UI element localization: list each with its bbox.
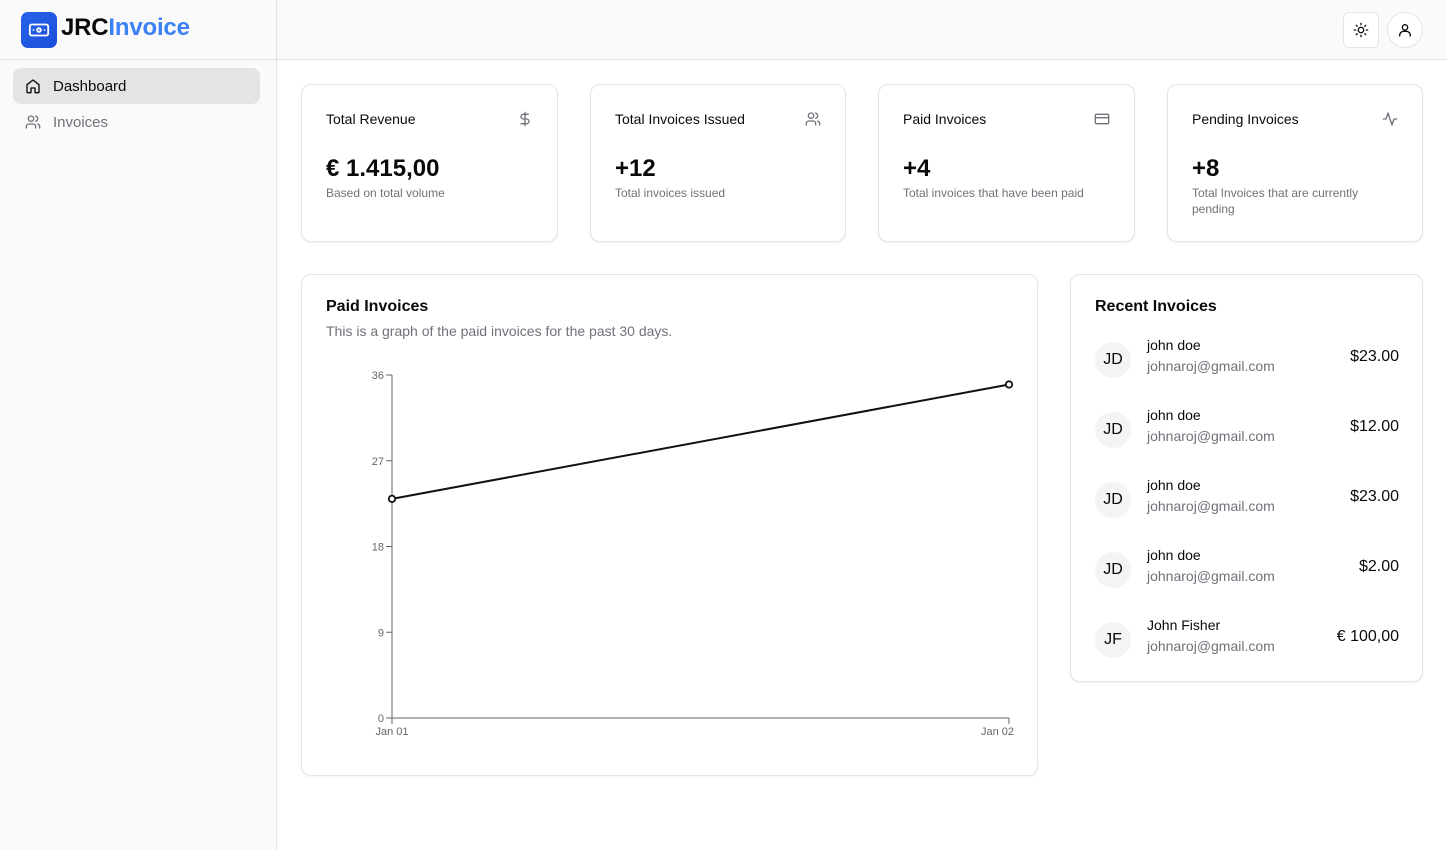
customer-email: johnaroj@gmail.com bbox=[1147, 568, 1275, 584]
stat-value: € 1.415,00 bbox=[326, 155, 440, 182]
top-bar bbox=[277, 0, 1447, 60]
sidebar-item-label: Invoices bbox=[53, 113, 109, 131]
list-item[interactable]: JD john doe johnaroj@gmail.com $2.00 bbox=[1095, 547, 1399, 593]
stat-card-pending-invoices: Pending Invoices +8 Total Invoices that … bbox=[1167, 84, 1423, 242]
recent-invoices-title: Recent Invoices bbox=[1095, 298, 1217, 315]
customer-email: johnaroj@gmail.com bbox=[1147, 428, 1275, 444]
y-tick-label: 18 bbox=[372, 542, 384, 554]
paid-invoices-chart-card: Paid Invoices This is a graph of the pai… bbox=[301, 274, 1038, 776]
x-tick-label: Jan 02 bbox=[981, 726, 1014, 738]
brand-logo[interactable]: JRCInvoice bbox=[0, 0, 276, 60]
y-tick-label: 0 bbox=[378, 713, 384, 725]
series-line bbox=[391, 383, 1010, 500]
list-item[interactable]: JD john doe johnaroj@gmail.com $23.00 bbox=[1095, 477, 1399, 523]
stat-title: Total Revenue bbox=[326, 111, 416, 127]
customer-email: johnaroj@gmail.com bbox=[1147, 498, 1275, 514]
customer-email: johnaroj@gmail.com bbox=[1147, 358, 1275, 374]
invoice-amount: $23.00 bbox=[1350, 348, 1399, 365]
users-icon bbox=[805, 111, 821, 127]
sidebar-item-label: Dashboard bbox=[53, 77, 127, 95]
home-icon bbox=[25, 78, 41, 94]
customer-name: john doe bbox=[1147, 407, 1201, 423]
user-icon bbox=[1397, 22, 1413, 38]
sidebar-item-invoices[interactable]: Invoices bbox=[13, 104, 260, 140]
invoice-amount: $23.00 bbox=[1350, 488, 1399, 505]
customer-name: john doe bbox=[1147, 337, 1201, 353]
stat-subtext: Total Invoices that are currently pendin… bbox=[1192, 186, 1359, 216]
sidebar: JRCInvoice Dashboard Invoices bbox=[0, 0, 277, 850]
customer-name: John Fisher bbox=[1147, 617, 1221, 633]
y-tick-label: 27 bbox=[372, 456, 384, 468]
invoice-amount: $12.00 bbox=[1350, 418, 1399, 435]
brand-name-part2: Invoice bbox=[108, 14, 190, 41]
credit-card-icon bbox=[1094, 111, 1110, 127]
activity-icon bbox=[1382, 111, 1398, 127]
list-item[interactable]: JF John Fisher johnaroj@gmail.com € 100,… bbox=[1095, 617, 1399, 663]
user-menu-button[interactable] bbox=[1387, 12, 1423, 48]
avatar: JD bbox=[1095, 412, 1131, 448]
stat-title: Paid Invoices bbox=[903, 111, 987, 127]
recent-invoices-card: Recent Invoices JD john doe johnaroj@gma… bbox=[1070, 274, 1423, 682]
x-tick-label: Jan 01 bbox=[375, 726, 408, 738]
sidebar-item-dashboard[interactable]: Dashboard bbox=[13, 68, 260, 104]
logo-icon bbox=[21, 12, 57, 48]
avatar: JD bbox=[1095, 552, 1131, 588]
avatar: JD bbox=[1095, 482, 1131, 518]
stat-title: Pending Invoices bbox=[1192, 111, 1299, 127]
theme-toggle-button[interactable] bbox=[1343, 12, 1379, 48]
brand-name: JRCInvoice bbox=[61, 14, 190, 42]
stat-subtext: Based on total volume bbox=[326, 186, 445, 200]
list-item[interactable]: JD john doe johnaroj@gmail.com $23.00 bbox=[1095, 337, 1399, 383]
line-chart: 0 9 18 27 36 Jan 01 Jan 02 bbox=[372, 370, 1014, 738]
avatar: JD bbox=[1095, 342, 1131, 378]
customer-name: john doe bbox=[1147, 547, 1201, 563]
invoice-amount: € 100,00 bbox=[1336, 628, 1399, 645]
users-icon bbox=[25, 114, 41, 130]
data-point bbox=[387, 494, 397, 503]
dollar-icon bbox=[517, 111, 533, 127]
stat-subtext: Total invoices that have been paid bbox=[903, 186, 1084, 200]
sun-icon bbox=[1353, 22, 1369, 38]
y-tick-label: 36 bbox=[372, 370, 384, 382]
chart-description: This is a graph of the paid invoices for… bbox=[326, 323, 673, 339]
y-tick-label: 9 bbox=[378, 627, 384, 639]
stat-card-paid-invoices: Paid Invoices +4 Total invoices that hav… bbox=[878, 84, 1135, 242]
stat-subtext: Total invoices issued bbox=[615, 186, 726, 200]
data-point bbox=[1004, 380, 1014, 389]
avatar: JF bbox=[1095, 622, 1131, 658]
stat-card-total-revenue: Total Revenue € 1.415,00 Based on total … bbox=[301, 84, 558, 242]
chart-title: Paid Invoices bbox=[326, 298, 429, 315]
stat-title: Total Invoices Issued bbox=[615, 111, 745, 127]
list-item[interactable]: JD john doe johnaroj@gmail.com $12.00 bbox=[1095, 407, 1399, 453]
invoice-amount: $2.00 bbox=[1358, 558, 1399, 575]
stat-card-total-invoices: Total Invoices Issued +12 Total invoices… bbox=[590, 84, 846, 242]
stat-value: +4 bbox=[903, 155, 931, 182]
brand-name-part1: JRC bbox=[61, 14, 109, 41]
customer-email: johnaroj@gmail.com bbox=[1147, 638, 1275, 654]
stat-value: +8 bbox=[1192, 155, 1220, 182]
customer-name: john doe bbox=[1147, 477, 1201, 493]
stat-value: +12 bbox=[615, 155, 656, 182]
